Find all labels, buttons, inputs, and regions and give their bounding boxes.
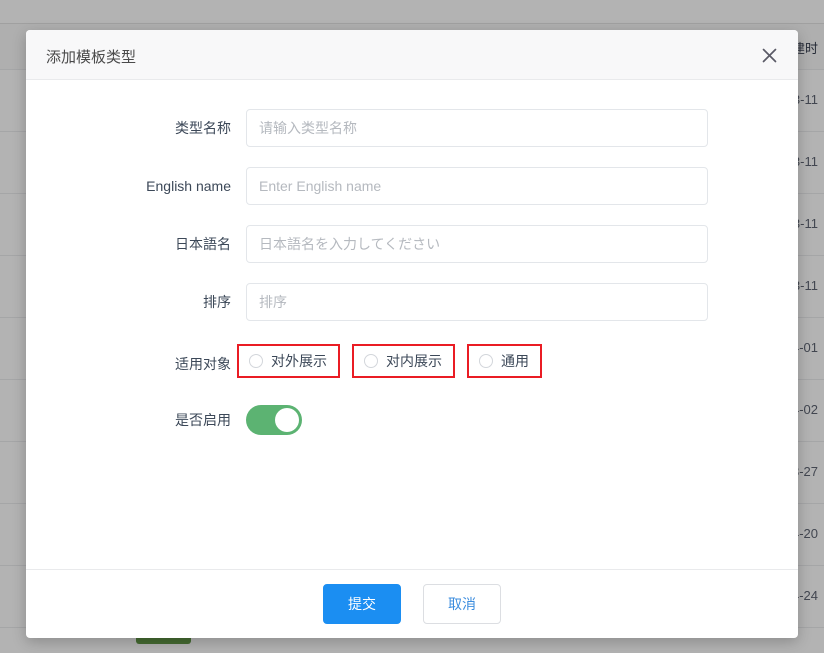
- form-row-enabled: 是否启用: [26, 396, 798, 452]
- dialog-body: 类型名称 English name 日本語名: [26, 80, 798, 569]
- radio-label: 对外展示: [271, 353, 327, 369]
- dialog-header: 添加模板类型: [26, 30, 798, 80]
- label-target-audience: 适用对象: [175, 356, 231, 372]
- radio-circle-icon: [479, 354, 493, 368]
- form-row-type-name: 类型名称: [26, 108, 798, 166]
- cancel-button[interactable]: 取消: [423, 584, 501, 624]
- label-type-name: 类型名称: [175, 120, 231, 136]
- form-row-japanese-name: 日本語名: [26, 224, 798, 282]
- radio-general[interactable]: 通用: [467, 344, 542, 378]
- japanese-name-input[interactable]: [246, 225, 708, 263]
- english-name-input[interactable]: [246, 167, 708, 205]
- form-row-sort-order: 排序: [26, 282, 798, 340]
- enabled-toggle[interactable]: [246, 405, 302, 435]
- label-enabled: 是否启用: [175, 412, 231, 428]
- radio-label: 通用: [501, 353, 529, 369]
- control-type-name: [246, 109, 708, 147]
- radio-internal-display[interactable]: 对内展示: [352, 344, 455, 378]
- label-japanese-name: 日本語名: [175, 236, 231, 252]
- radio-circle-icon: [249, 354, 263, 368]
- label-english-name: English name: [146, 178, 231, 194]
- label-sort-order: 排序: [203, 294, 231, 310]
- dialog-footer: 提交 取消: [26, 569, 798, 638]
- control-english-name: [246, 167, 708, 205]
- form-row-english-name: English name: [26, 166, 798, 224]
- submit-button[interactable]: 提交: [323, 584, 401, 624]
- radio-external-display[interactable]: 对外展示: [237, 344, 340, 378]
- type-name-input[interactable]: [246, 109, 708, 147]
- control-sort-order: [246, 283, 708, 321]
- control-enabled: [246, 405, 302, 435]
- target-audience-radio-group: 对外展示 对内展示 通用: [237, 344, 554, 378]
- toggle-knob: [275, 408, 299, 432]
- close-icon[interactable]: [754, 40, 784, 70]
- add-template-type-dialog: 添加模板类型 类型名称 English name: [26, 30, 798, 638]
- overlay-divider: [0, 23, 824, 24]
- radio-label: 对内展示: [386, 353, 442, 369]
- form-row-target-audience: 适用对象 对外展示 对内展示 通用: [26, 340, 798, 396]
- control-japanese-name: [246, 225, 708, 263]
- radio-circle-icon: [364, 354, 378, 368]
- dialog-title: 添加模板类型: [46, 49, 137, 66]
- screen: 建时 03-11 03-11 03-11 03-11 04-01 04-02 0…: [0, 0, 824, 653]
- sort-order-input[interactable]: [246, 283, 708, 321]
